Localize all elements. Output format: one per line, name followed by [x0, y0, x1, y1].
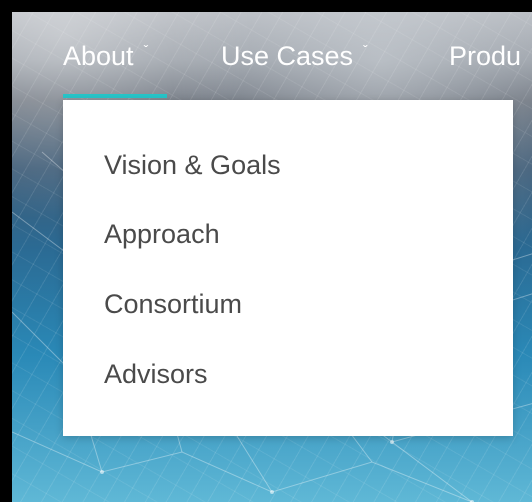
chevron-down-icon: ˇ [363, 42, 368, 58]
top-navigation: About ˇ Use Cases ˇ Produ [12, 12, 532, 102]
dropdown-item-approach[interactable]: Approach [104, 214, 220, 254]
nav-item-about[interactable]: About ˇ [63, 36, 148, 76]
nav-item-label: About [63, 41, 134, 71]
screenshot-frame: About ˇ Use Cases ˇ Produ Vision & Goals… [0, 0, 532, 502]
hero-background: About ˇ Use Cases ˇ Produ Vision & Goals… [12, 12, 532, 502]
nav-item-products[interactable]: Produ [449, 36, 521, 76]
dropdown-item-consortium[interactable]: Consortium [104, 284, 242, 324]
active-nav-indicator [63, 94, 167, 98]
about-dropdown-menu: Vision & Goals Approach Consortium Advis… [63, 100, 513, 436]
nav-item-use-cases[interactable]: Use Cases ˇ [221, 36, 368, 76]
dropdown-item-vision-goals[interactable]: Vision & Goals [104, 145, 281, 185]
nav-item-label: Produ [449, 41, 522, 71]
nav-item-label: Use Cases [221, 41, 354, 71]
chevron-down-icon: ˇ [143, 42, 149, 58]
dropdown-item-advisors[interactable]: Advisors [104, 354, 208, 394]
